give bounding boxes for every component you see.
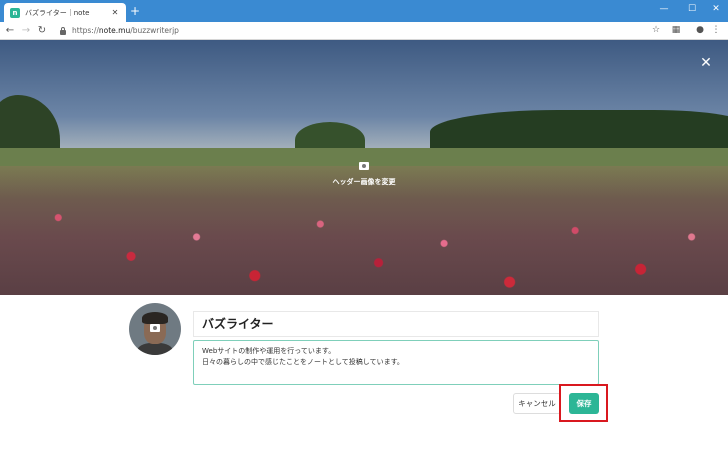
change-header-image-button[interactable]: ヘッダー画像を変更 [324, 155, 404, 187]
browser-tab[interactable]: n バズライター｜note ✕ [4, 3, 126, 22]
new-tab-button[interactable]: + [130, 4, 140, 18]
avatar-body [137, 343, 173, 355]
lock-icon [60, 27, 66, 35]
change-header-label: ヘッダー画像を変更 [332, 178, 396, 186]
avatar-camera-icon[interactable] [150, 324, 160, 332]
save-highlight-box [559, 384, 608, 422]
window-close-button[interactable]: ✕ [706, 2, 726, 16]
avatar-hair [142, 312, 168, 324]
note-favicon-icon: n [10, 7, 20, 18]
reload-icon[interactable]: ↻ [36, 24, 48, 37]
camera-icon [359, 162, 369, 170]
tab-close-icon[interactable]: ✕ [110, 8, 120, 17]
maximize-button[interactable]: ☐ [682, 2, 702, 16]
browser-titlebar: n バズライター｜note ✕ + — ☐ ✕ [0, 0, 728, 22]
tab-title: バズライター｜note [25, 8, 90, 17]
forward-arrow-icon[interactable]: → [20, 24, 32, 37]
back-arrow-icon[interactable]: ← [4, 24, 16, 37]
extension-icon[interactable]: ▦ [670, 24, 682, 37]
header-close-icon[interactable]: ✕ [697, 54, 715, 72]
menu-dots-icon[interactable]: ⋮ [710, 24, 722, 37]
bio-textarea[interactable]: Webサイトの制作や運用を行っています。 日々の暮らしの中で感じたことをノートと… [193, 340, 599, 385]
cancel-button[interactable]: キャンセル [513, 393, 561, 414]
bookmark-star-icon[interactable]: ☆ [650, 24, 662, 37]
browser-toolbar: ← → ↻ https://note.mu/buzzwriterjp ☆ ▦ ●… [0, 22, 728, 40]
address-bar[interactable]: https://note.mu/buzzwriterjp [56, 24, 666, 38]
profile-icon[interactable]: ● [694, 24, 706, 37]
minimize-button[interactable]: — [654, 2, 674, 16]
bio-line: Webサイトの制作や運用を行っています。 [202, 347, 336, 355]
bio-line: 日々の暮らしの中で感じたことをノートとして投稿しています。 [202, 358, 404, 366]
url-text: https://note.mu/buzzwriterjp [72, 26, 179, 35]
name-input[interactable]: バズライター [193, 311, 599, 337]
